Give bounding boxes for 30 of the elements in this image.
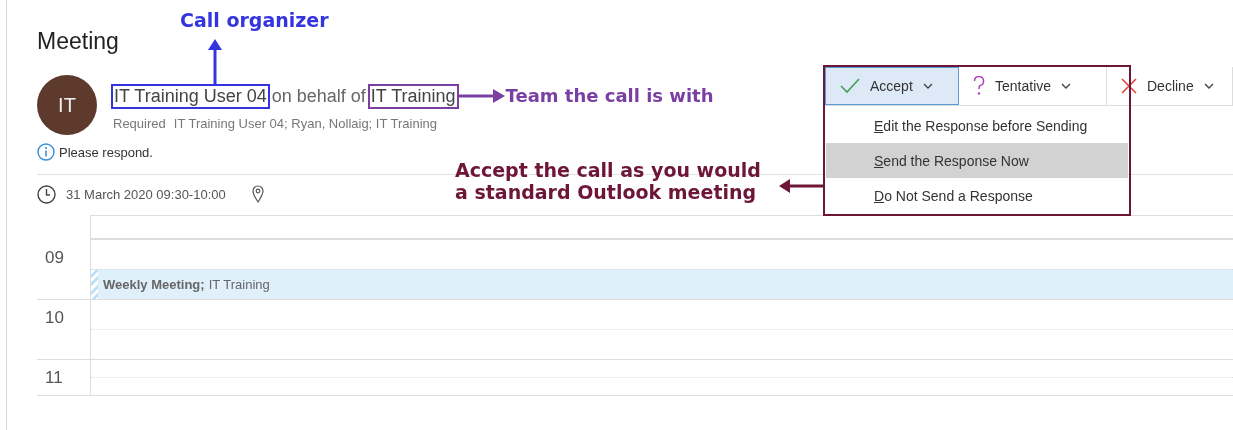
attendees-list: IT Training User 04; Ryan, Nollaig; IT Training	[173, 115, 437, 131]
hour-label: 11	[44, 367, 64, 389]
calendar-event[interactable]: Weekly Meeting; IT Training	[91, 269, 1233, 299]
caret-icon	[1061, 83, 1072, 89]
organizer-name[interactable]: IT Training User 04	[111, 83, 270, 109]
annotation-arrow	[458, 89, 505, 103]
hour-label: 10	[44, 307, 65, 329]
on-behalf-text: on behalf of	[271, 85, 366, 107]
question-icon	[973, 76, 985, 96]
annotation-arrow	[779, 179, 823, 193]
required-label: Required	[113, 115, 166, 131]
avatar: IT	[37, 75, 97, 135]
check-icon	[840, 78, 860, 94]
delegate-name[interactable]: IT Training	[367, 83, 459, 109]
caret-icon	[1203, 83, 1214, 89]
window-title: Meeting	[37, 28, 119, 55]
caret-icon	[922, 83, 933, 89]
info-icon	[37, 143, 55, 161]
meeting-time: 31 March 2020 09:30-10:00	[66, 186, 226, 202]
annotation-label: Call organizer	[180, 10, 329, 32]
annotation-arrow	[208, 39, 222, 84]
annotation-label: Accept the call as you would a standard Outlook meeting	[455, 160, 761, 204]
info-message: Please respond.	[59, 144, 153, 160]
x-icon	[1121, 78, 1137, 94]
annotation-label: Team the call is with	[505, 85, 714, 107]
location-pin-icon[interactable]	[251, 185, 264, 203]
clock-icon	[37, 184, 56, 204]
accept-button[interactable]: Accept	[825, 67, 959, 105]
hour-label: 09	[44, 247, 65, 269]
menu-item[interactable]: Send the Response Now	[826, 143, 1128, 178]
